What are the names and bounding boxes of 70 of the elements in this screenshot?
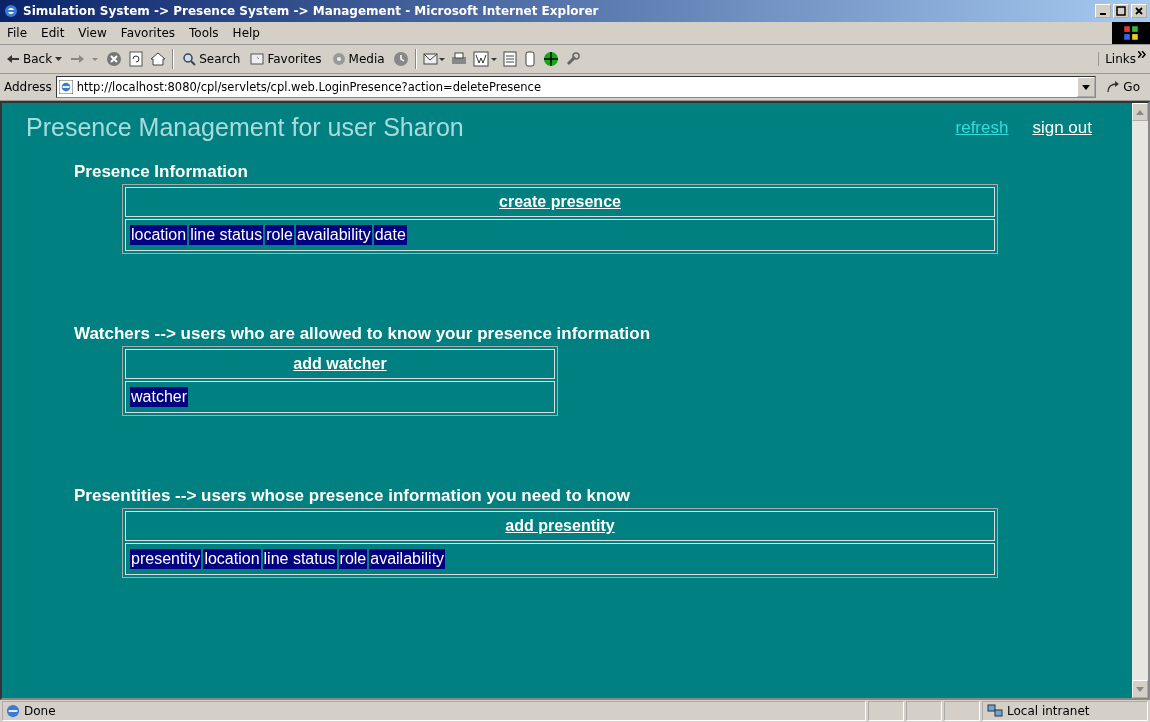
page-heading: Presence Management for user Sharon — [26, 113, 464, 142]
column-header: availability — [295, 225, 372, 245]
column-header: role — [265, 225, 294, 245]
close-icon — [1134, 6, 1144, 16]
back-button[interactable]: Back — [4, 52, 65, 66]
go-button[interactable]: Go — [1100, 80, 1146, 94]
windows-logo — [1112, 22, 1150, 44]
scroll-down-button[interactable] — [1132, 680, 1148, 698]
column-header: role — [338, 549, 368, 569]
column-header: location — [203, 549, 261, 569]
address-field[interactable]: http://localhost:8080/cpl/servlets/cpl.web.LoginPresence?action=deletePresence — [55, 76, 1097, 98]
menu-item[interactable]: File — [0, 26, 35, 40]
maximize-button[interactable] — [1113, 4, 1129, 18]
section-title: Presence Information — [74, 162, 249, 182]
history-icon[interactable] — [392, 51, 409, 67]
action-link[interactable]: create presence — [499, 193, 621, 211]
down-arrow-icon — [1136, 686, 1144, 692]
search-icon — [182, 52, 197, 66]
status-pane — [906, 701, 942, 721]
menu-item[interactable]: Help — [225, 26, 267, 40]
media-button[interactable]: Media — [329, 52, 387, 66]
home-icon[interactable] — [150, 51, 167, 67]
search-button[interactable]: Search — [180, 52, 243, 66]
menu-item[interactable]: View — [71, 26, 114, 40]
minimize-button[interactable] — [1095, 4, 1111, 18]
browser-icon — [3, 3, 19, 19]
stop-icon[interactable] — [106, 51, 123, 67]
column-header: line status — [189, 225, 264, 245]
section-title: Watchers --> users who are allowed to know your presence information — [74, 324, 652, 344]
zone-text: Local intranet — [1007, 704, 1090, 718]
network-icon — [987, 704, 1003, 718]
address-label: Address — [4, 80, 52, 94]
caret-icon — [55, 57, 63, 61]
column-header: date — [373, 225, 407, 245]
status-text: Done — [24, 704, 56, 718]
refresh-icon[interactable] — [128, 51, 145, 67]
column-header: location — [130, 225, 188, 245]
up-arrow-icon — [1136, 109, 1144, 115]
globe-icon[interactable] — [542, 51, 559, 67]
menu-item[interactable]: Favorites — [113, 26, 183, 40]
mail-icon[interactable] — [422, 51, 445, 67]
minimize-icon — [1100, 13, 1106, 15]
menu-item[interactable]: Tools — [182, 26, 226, 40]
scroll-up-button[interactable] — [1132, 103, 1148, 121]
window-title: Simulation System -> Presence System -> Management - Microsoft Internet Explorer — [23, 4, 599, 18]
edit-icon[interactable] — [472, 51, 497, 67]
page-link[interactable]: sign out — [1032, 117, 1092, 138]
action-link[interactable]: add presentity — [505, 517, 615, 535]
section-title: Presentities --> users whose presence information you need to know — [74, 486, 631, 506]
scrollbar[interactable] — [1132, 103, 1148, 698]
status-pane — [868, 701, 904, 721]
back-arrow-icon — [6, 54, 20, 64]
column-header: watcher — [130, 387, 189, 407]
menu-item[interactable]: Edit — [34, 26, 72, 40]
go-arrow-icon — [1106, 81, 1121, 93]
links-button[interactable]: Links — [1098, 52, 1136, 66]
document-icon[interactable] — [502, 51, 517, 67]
disc-icon — [331, 52, 346, 66]
favorites-button[interactable]: Favorites — [248, 52, 324, 66]
column-header: presentity — [130, 549, 202, 569]
close-button[interactable] — [1131, 4, 1147, 18]
maximize-icon — [1116, 6, 1126, 16]
status-pane — [944, 701, 980, 721]
print-icon[interactable] — [450, 51, 467, 67]
column-header: availability — [369, 549, 446, 569]
wrench-icon[interactable] — [564, 51, 581, 67]
chevron-icon[interactable] — [1138, 51, 1146, 58]
phone-icon[interactable] — [522, 51, 537, 67]
column-header: line status — [262, 549, 337, 569]
action-link[interactable]: add watcher — [293, 355, 387, 373]
